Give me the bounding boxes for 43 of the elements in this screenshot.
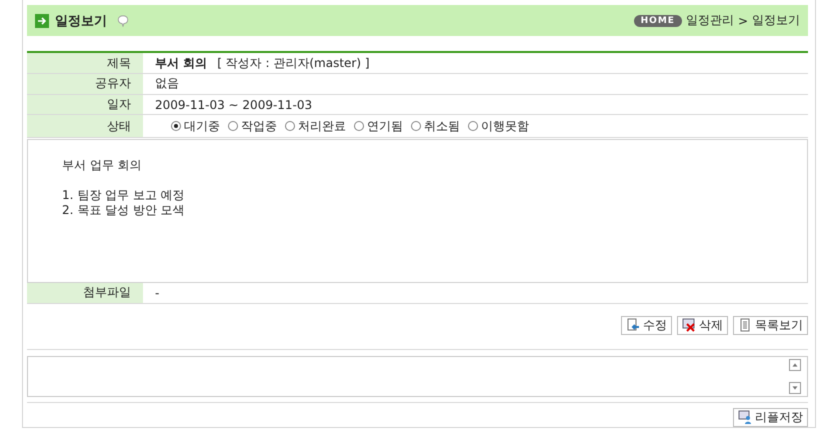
content-text: 부서 업무 회의 — [62, 158, 143, 173]
scroll-down-button[interactable] — [789, 382, 801, 394]
breadcrumb-separator: > — [738, 14, 748, 28]
speech-bubble-icon — [117, 14, 129, 27]
chat-person-icon — [738, 410, 752, 424]
breadcrumb-link[interactable]: 일정관리 — [686, 12, 734, 30]
field-value: 2009-11-03 ~ 2009-11-03 — [155, 98, 312, 112]
field-label: 상태 — [27, 115, 143, 137]
field-value: - — [155, 286, 160, 300]
delete-icon — [682, 318, 696, 332]
edit-button[interactable]: 수정 — [621, 316, 672, 335]
field-value: 부서 회의 — [155, 54, 208, 72]
breadcrumb-link[interactable]: 일정보기 — [752, 12, 800, 30]
author-text: [ 작성자 : 관리자(master) ] — [217, 54, 370, 72]
home-badge[interactable]: HOME — [634, 14, 682, 27]
content-text: 1. 팀장 업무 보고 예정 — [62, 188, 186, 203]
document-icon — [738, 318, 752, 332]
page-title: 일정보기 — [55, 12, 107, 30]
radio-label: 대기중 — [184, 118, 220, 135]
radio-button[interactable] — [171, 121, 181, 132]
document-arrow-icon — [626, 318, 640, 332]
radio-label: 처리완료 — [298, 118, 346, 135]
field-label: 제목 — [27, 53, 143, 74]
arrow-icon — [35, 14, 49, 28]
field-label: 공유자 — [27, 74, 143, 94]
save-reply-button[interactable]: 리플저장 — [733, 408, 808, 427]
radio-label: 취소됨 — [424, 118, 460, 135]
delete-button[interactable]: 삭제 — [677, 316, 728, 335]
radio-label: 작업중 — [241, 118, 277, 135]
content-text: 2. 목표 달성 방안 모색 — [62, 202, 186, 218]
field-value: 없음 — [155, 75, 179, 92]
comment-field[interactable] — [27, 356, 808, 397]
radio-button[interactable] — [468, 121, 478, 132]
radio-label: 이행못함 — [481, 118, 529, 135]
radio-label: 연기됨 — [367, 118, 403, 135]
radio-button[interactable] — [354, 121, 364, 132]
radio-button[interactable] — [285, 121, 295, 132]
radio-button[interactable] — [411, 121, 421, 132]
field-label: 일자 — [27, 94, 143, 114]
list-button[interactable]: 목록보기 — [733, 316, 808, 335]
field-label: 첨부파일 — [27, 283, 143, 303]
scroll-up-button[interactable] — [789, 358, 801, 371]
radio-button[interactable] — [228, 121, 238, 132]
